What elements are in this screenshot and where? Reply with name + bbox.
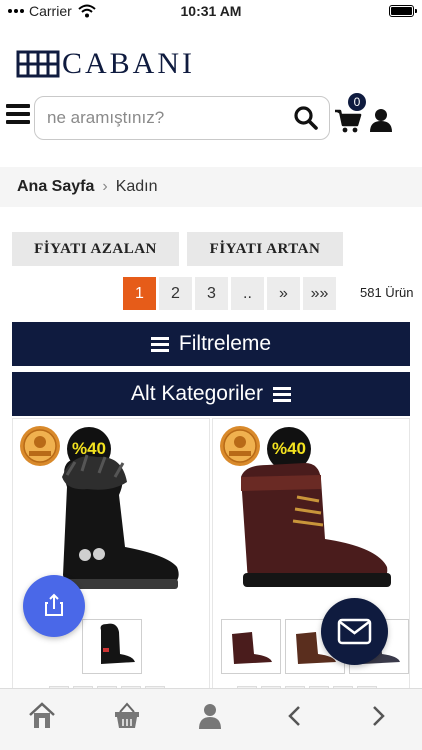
share-icon bbox=[45, 593, 63, 616]
product-thumbnail[interactable] bbox=[82, 619, 142, 674]
status-time: 10:31 AM bbox=[180, 3, 242, 19]
logo-mark-icon bbox=[16, 50, 60, 78]
page-ellipsis[interactable]: .. bbox=[231, 277, 264, 310]
bottom-navigation bbox=[0, 688, 422, 750]
boot-thumbnail-image bbox=[232, 632, 272, 664]
back-icon[interactable] bbox=[280, 701, 310, 731]
page-last-button[interactable]: »» bbox=[303, 277, 336, 310]
share-button[interactable] bbox=[23, 575, 85, 637]
logo-text: CABANI bbox=[62, 47, 196, 80]
filter-button[interactable]: Filtreleme bbox=[12, 322, 410, 366]
product-count: 581 Ürün bbox=[360, 285, 414, 300]
breadcrumb: Ana Sayfa › Kadın bbox=[0, 167, 422, 207]
chevron-right-icon: › bbox=[102, 178, 108, 195]
user-icon[interactable] bbox=[370, 108, 392, 132]
filter-label: Filtreleme bbox=[178, 332, 272, 355]
cart-icon[interactable] bbox=[334, 108, 362, 134]
search-icon[interactable] bbox=[293, 105, 319, 131]
sort-price-asc-button[interactable]: FİYATI ARTAN bbox=[187, 232, 343, 266]
forward-icon[interactable] bbox=[363, 701, 393, 731]
page-next-button[interactable]: » bbox=[267, 277, 300, 310]
message-button[interactable] bbox=[321, 598, 388, 665]
bars-icon bbox=[272, 386, 291, 402]
breadcrumb-home-link[interactable]: Ana Sayfa bbox=[17, 178, 94, 196]
envelope-icon bbox=[337, 618, 372, 645]
product-image[interactable] bbox=[227, 447, 397, 597]
sort-price-desc-button[interactable]: FİYATI AZALAN bbox=[12, 232, 179, 266]
boot-thumbnail-image bbox=[100, 623, 135, 664]
search-box bbox=[34, 96, 330, 140]
page-button-3[interactable]: 3 bbox=[195, 277, 228, 310]
page-button-1[interactable]: 1 bbox=[123, 277, 156, 310]
page-button-2[interactable]: 2 bbox=[159, 277, 192, 310]
brand-logo[interactable]: CABANI bbox=[16, 47, 196, 80]
hamburger-icon[interactable] bbox=[6, 104, 30, 124]
battery-icon bbox=[389, 5, 417, 17]
breadcrumb-current: Kadın bbox=[115, 178, 158, 195]
bars-icon bbox=[150, 336, 169, 352]
status-bar: Carrier 10:31 AM bbox=[0, 0, 422, 22]
product-card[interactable]: %40 bbox=[12, 418, 210, 698]
product-thumbnail[interactable] bbox=[221, 619, 281, 674]
profile-icon[interactable] bbox=[195, 701, 225, 731]
subcategories-button[interactable]: Alt Kategoriler bbox=[12, 372, 410, 416]
subcategories-label: Alt Kategoriler bbox=[131, 382, 263, 405]
cart-count-badge: 0 bbox=[348, 93, 366, 111]
search-input[interactable] bbox=[47, 97, 287, 139]
basket-icon[interactable] bbox=[112, 701, 142, 731]
home-icon[interactable] bbox=[27, 701, 57, 731]
